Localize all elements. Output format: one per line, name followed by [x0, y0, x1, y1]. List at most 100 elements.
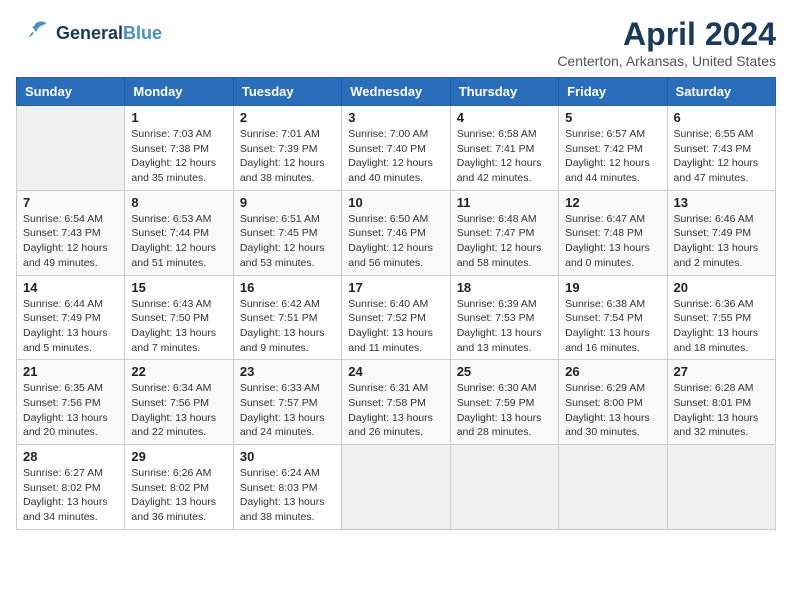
logo-general: General	[56, 23, 123, 43]
day-number: 24	[348, 364, 443, 379]
day-info: Sunrise: 6:28 AM Sunset: 8:01 PM Dayligh…	[674, 381, 769, 440]
day-info: Sunrise: 6:51 AM Sunset: 7:45 PM Dayligh…	[240, 212, 335, 271]
calendar-cell: 14Sunrise: 6:44 AM Sunset: 7:49 PM Dayli…	[17, 275, 125, 360]
calendar-cell: 26 Sunrise: 6:29 AM Sunset: 8:00 PM Dayli…	[559, 360, 667, 445]
calendar-cell: 19 Sunrise: 6:38 AM Sunset: 7:54 PM Dayli…	[559, 275, 667, 360]
weekday-header: Friday	[559, 78, 667, 106]
day-info: Sunrise: 7:00 AM Sunset: 7:40 PM Dayligh…	[348, 127, 443, 186]
calendar-cell: 2Sunrise: 7:01 AM Sunset: 7:39 PM Daylig…	[233, 106, 341, 191]
day-number: 19	[565, 280, 660, 295]
day-number: 26	[565, 364, 660, 379]
calendar-cell: 11 Sunrise: 6:48 AM Sunset: 7:47 PM Dayli…	[450, 190, 558, 275]
day-info: Sunrise: 6:36 AM Sunset: 7:55 PM Dayligh…	[674, 297, 769, 356]
day-info: Sunrise: 6:26 AM Sunset: 8:02 PM Dayligh…	[131, 466, 226, 525]
calendar-week-row: 28Sunrise: 6:27 AM Sunset: 8:02 PM Dayli…	[17, 445, 776, 530]
day-info: Sunrise: 6:30 AM Sunset: 7:59 PM Dayligh…	[457, 381, 552, 440]
day-info: Sunrise: 6:29 AM Sunset: 8:00 PM Dayligh…	[565, 381, 660, 440]
calendar-cell: 5 Sunrise: 6:57 AM Sunset: 7:42 PM Daylig…	[559, 106, 667, 191]
calendar-cell: 12 Sunrise: 6:47 AM Sunset: 7:48 PM Dayli…	[559, 190, 667, 275]
day-number: 28	[23, 449, 118, 464]
calendar-cell: 22 Sunrise: 6:34 AM Sunset: 7:56 PM Dayli…	[125, 360, 233, 445]
title-block: April 2024 Centerton, Arkansas, United S…	[557, 16, 776, 69]
day-info: Sunrise: 6:38 AM Sunset: 7:54 PM Dayligh…	[565, 297, 660, 356]
weekday-header: Wednesday	[342, 78, 450, 106]
calendar-cell	[17, 106, 125, 191]
calendar-week-row: 14Sunrise: 6:44 AM Sunset: 7:49 PM Dayli…	[17, 275, 776, 360]
day-number: 11	[457, 195, 552, 210]
day-number: 5	[565, 110, 660, 125]
day-info: Sunrise: 6:58 AM Sunset: 7:41 PM Dayligh…	[457, 127, 552, 186]
day-number: 13	[674, 195, 769, 210]
calendar-cell	[559, 445, 667, 530]
calendar-cell: 29 Sunrise: 6:26 AM Sunset: 8:02 PM Dayli…	[125, 445, 233, 530]
day-number: 8	[131, 195, 226, 210]
calendar-cell: 27 Sunrise: 6:28 AM Sunset: 8:01 PM Dayli…	[667, 360, 775, 445]
calendar-cell	[342, 445, 450, 530]
day-info: Sunrise: 6:42 AM Sunset: 7:51 PM Dayligh…	[240, 297, 335, 356]
day-info: Sunrise: 6:55 AM Sunset: 7:43 PM Dayligh…	[674, 127, 769, 186]
day-number: 23	[240, 364, 335, 379]
weekday-header: Saturday	[667, 78, 775, 106]
calendar-cell: 17 Sunrise: 6:40 AM Sunset: 7:52 PM Dayli…	[342, 275, 450, 360]
calendar-cell: 9 Sunrise: 6:51 AM Sunset: 7:45 PM Daylig…	[233, 190, 341, 275]
day-number: 21	[23, 364, 118, 379]
weekday-header: Tuesday	[233, 78, 341, 106]
day-number: 4	[457, 110, 552, 125]
calendar-week-row: 21Sunrise: 6:35 AM Sunset: 7:56 PM Dayli…	[17, 360, 776, 445]
day-number: 20	[674, 280, 769, 295]
page-header: GeneralBlue April 2024 Centerton, Arkans…	[16, 16, 776, 69]
day-info: Sunrise: 6:31 AM Sunset: 7:58 PM Dayligh…	[348, 381, 443, 440]
day-number: 2	[240, 110, 335, 125]
logo: GeneralBlue	[16, 16, 162, 52]
day-info: Sunrise: 6:57 AM Sunset: 7:42 PM Dayligh…	[565, 127, 660, 186]
day-info: Sunrise: 6:48 AM Sunset: 7:47 PM Dayligh…	[457, 212, 552, 271]
day-info: Sunrise: 7:03 AM Sunset: 7:38 PM Dayligh…	[131, 127, 226, 186]
calendar-cell: 7Sunrise: 6:54 AM Sunset: 7:43 PM Daylig…	[17, 190, 125, 275]
day-info: Sunrise: 6:43 AM Sunset: 7:50 PM Dayligh…	[131, 297, 226, 356]
day-number: 12	[565, 195, 660, 210]
calendar-week-row: 1 Sunrise: 7:03 AM Sunset: 7:38 PM Daylig…	[17, 106, 776, 191]
calendar-cell: 23Sunrise: 6:33 AM Sunset: 7:57 PM Dayli…	[233, 360, 341, 445]
calendar-cell: 30Sunrise: 6:24 AM Sunset: 8:03 PM Dayli…	[233, 445, 341, 530]
logo-blue: Blue	[123, 23, 162, 43]
calendar-cell: 6 Sunrise: 6:55 AM Sunset: 7:43 PM Daylig…	[667, 106, 775, 191]
day-number: 14	[23, 280, 118, 295]
calendar-cell: 3 Sunrise: 7:00 AM Sunset: 7:40 PM Daylig…	[342, 106, 450, 191]
calendar-cell: 4 Sunrise: 6:58 AM Sunset: 7:41 PM Daylig…	[450, 106, 558, 191]
day-number: 7	[23, 195, 118, 210]
day-number: 3	[348, 110, 443, 125]
calendar-cell: 28Sunrise: 6:27 AM Sunset: 8:02 PM Dayli…	[17, 445, 125, 530]
calendar-cell: 21Sunrise: 6:35 AM Sunset: 7:56 PM Dayli…	[17, 360, 125, 445]
day-number: 22	[131, 364, 226, 379]
day-info: Sunrise: 6:39 AM Sunset: 7:53 PM Dayligh…	[457, 297, 552, 356]
weekday-header: Sunday	[17, 78, 125, 106]
day-info: Sunrise: 6:46 AM Sunset: 7:49 PM Dayligh…	[674, 212, 769, 271]
day-number: 6	[674, 110, 769, 125]
calendar-cell: 20 Sunrise: 6:36 AM Sunset: 7:55 PM Dayli…	[667, 275, 775, 360]
calendar-cell: 25Sunrise: 6:30 AM Sunset: 7:59 PM Dayli…	[450, 360, 558, 445]
day-number: 1	[131, 110, 226, 125]
day-info: Sunrise: 6:50 AM Sunset: 7:46 PM Dayligh…	[348, 212, 443, 271]
calendar-cell: 24 Sunrise: 6:31 AM Sunset: 7:58 PM Dayli…	[342, 360, 450, 445]
day-number: 27	[674, 364, 769, 379]
day-info: Sunrise: 6:24 AM Sunset: 8:03 PM Dayligh…	[240, 466, 335, 525]
day-number: 29	[131, 449, 226, 464]
day-number: 9	[240, 195, 335, 210]
weekday-header: Monday	[125, 78, 233, 106]
day-number: 15	[131, 280, 226, 295]
calendar-cell: 18 Sunrise: 6:39 AM Sunset: 7:53 PM Dayli…	[450, 275, 558, 360]
month-title: April 2024	[557, 16, 776, 53]
day-number: 10	[348, 195, 443, 210]
calendar-cell: 1 Sunrise: 7:03 AM Sunset: 7:38 PM Daylig…	[125, 106, 233, 191]
location: Centerton, Arkansas, United States	[557, 53, 776, 69]
day-info: Sunrise: 6:34 AM Sunset: 7:56 PM Dayligh…	[131, 381, 226, 440]
day-number: 18	[457, 280, 552, 295]
calendar-cell: 16 Sunrise: 6:42 AM Sunset: 7:51 PM Dayli…	[233, 275, 341, 360]
weekday-header: Thursday	[450, 78, 558, 106]
day-number: 16	[240, 280, 335, 295]
day-info: Sunrise: 6:47 AM Sunset: 7:48 PM Dayligh…	[565, 212, 660, 271]
day-info: Sunrise: 6:40 AM Sunset: 7:52 PM Dayligh…	[348, 297, 443, 356]
day-number: 17	[348, 280, 443, 295]
calendar-cell: 10 Sunrise: 6:50 AM Sunset: 7:46 PM Dayli…	[342, 190, 450, 275]
calendar-cell	[667, 445, 775, 530]
